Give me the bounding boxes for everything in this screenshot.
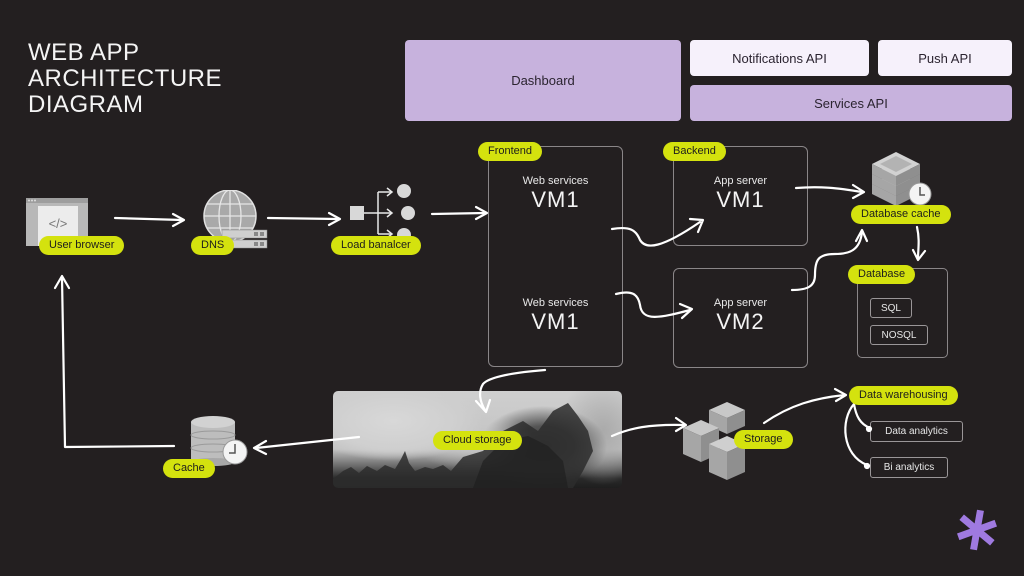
user-browser-label[interactable]: User browser bbox=[39, 236, 125, 255]
arrow-lb-to-frontend bbox=[430, 205, 489, 221]
server-stack-clock-icon bbox=[870, 150, 934, 210]
services-api-label: Services API bbox=[814, 95, 888, 111]
asterisk-logo-icon bbox=[954, 508, 1000, 552]
storage-label[interactable]: Storage bbox=[734, 430, 793, 449]
cache-label[interactable]: Cache bbox=[163, 459, 215, 478]
load-balancer-label[interactable]: Load banalcer bbox=[331, 236, 421, 255]
title-line: ARCHITECTURE bbox=[28, 65, 223, 92]
arrow-storage-to-warehouse bbox=[762, 387, 848, 425]
analytics-data[interactable]: Data analytics bbox=[870, 421, 963, 442]
backend-label: Backend bbox=[663, 142, 726, 161]
push-api-box[interactable]: Push API bbox=[878, 40, 1012, 76]
backend-vm-1: App server VM1 bbox=[673, 175, 808, 213]
arrow-cloud-to-storage bbox=[610, 416, 688, 438]
vm-service-label: Web services bbox=[522, 297, 589, 309]
vm-service-label: Web services bbox=[522, 175, 589, 187]
services-api-box[interactable]: Services API bbox=[690, 85, 1012, 121]
vm-name: VM1 bbox=[531, 309, 580, 334]
backend-vm-2: App server VM2 bbox=[673, 297, 808, 335]
database-label: Database bbox=[848, 265, 916, 284]
database-cache-label[interactable]: Database cache bbox=[851, 205, 951, 224]
push-api-label: Push API bbox=[918, 50, 972, 66]
vm-name: VM1 bbox=[531, 187, 580, 212]
vm-service-label: App server bbox=[713, 297, 768, 309]
load-balancer-icon bbox=[348, 182, 418, 242]
frontend-vm-1[interactable]: Web services VM1 bbox=[488, 175, 623, 213]
database-type-nosql[interactable]: NOSQL bbox=[870, 325, 928, 345]
database-type-label: SQL bbox=[880, 302, 901, 314]
analytics-label: Data analytics bbox=[885, 426, 948, 437]
title-line: DIAGRAM bbox=[28, 91, 144, 118]
notifications-api-label: Notifications API bbox=[732, 50, 827, 66]
data-warehousing-label[interactable]: Data warehousing bbox=[849, 386, 958, 405]
frontend-vm-2[interactable]: Web services VM1 bbox=[488, 297, 623, 335]
dashboard-box[interactable]: Dashboard bbox=[405, 40, 681, 121]
arrow-dns-to-lb bbox=[266, 211, 342, 227]
analytics-label: Bi analytics bbox=[883, 462, 935, 473]
svg-text:</>: </> bbox=[49, 216, 68, 231]
arrow-browser-to-dns bbox=[113, 212, 186, 228]
dns-label[interactable]: DNS bbox=[191, 236, 235, 255]
page-title: WEB APP ARCHITECTURE DIAGRAM bbox=[28, 40, 222, 118]
arrow-cache-to-browser bbox=[53, 274, 176, 449]
arrow-warehouse-to-analytics bbox=[844, 402, 873, 470]
arrow-dbcache-to-database bbox=[911, 225, 927, 262]
vm-name: VM1 bbox=[716, 187, 765, 212]
cloud-storage-label[interactable]: Cloud storage bbox=[433, 431, 522, 450]
database-type-sql[interactable]: SQL bbox=[870, 298, 912, 318]
analytics-bi[interactable]: Bi analytics bbox=[870, 457, 948, 478]
vm-service-label: App server bbox=[713, 175, 768, 187]
dashboard-label: Dashboard bbox=[511, 73, 575, 88]
vm-name: VM2 bbox=[716, 309, 765, 334]
database-type-label: NOSQL bbox=[881, 329, 917, 341]
frontend-label: Frontend bbox=[478, 142, 543, 161]
title-line: WEB APP bbox=[28, 39, 140, 66]
notifications-api-box[interactable]: Notifications API bbox=[690, 40, 869, 76]
